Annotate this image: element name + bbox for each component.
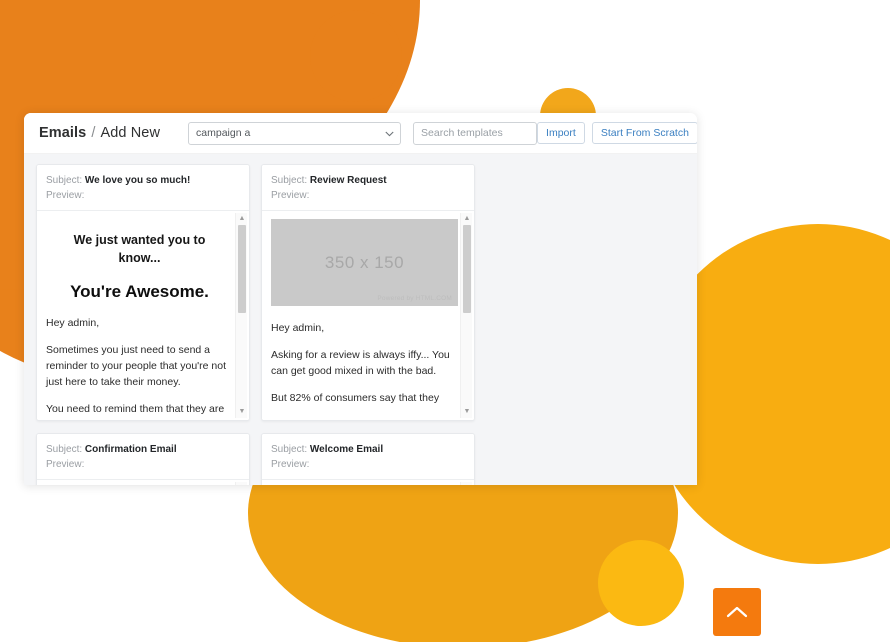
search-input[interactable] — [413, 121, 538, 145]
scrollbar-thumb[interactable] — [463, 225, 471, 313]
card-preview-line: Preview: — [271, 188, 465, 203]
card-preview-pane: We just wanted you to know... You're Awe… — [37, 211, 249, 420]
card-subject: Review Request — [309, 175, 387, 186]
email-greeting: Hey admin, — [271, 322, 325, 334]
scroll-to-top-button[interactable] — [713, 588, 761, 636]
email-body-2: But 82% of consumers say that they — [271, 392, 440, 404]
import-button[interactable]: Import — [537, 122, 585, 144]
card-preview-line: Preview: — [271, 457, 465, 472]
card-scrollbar[interactable]: ▲ ▼ — [235, 482, 247, 485]
card-subject-line: Subject: Review Request — [271, 173, 465, 188]
email-body-1: Sometimes you just need to send a remind… — [46, 344, 227, 388]
email-placeholder-image: 350 x 150 Powered by HTML.COM — [271, 219, 458, 306]
email-heading-primary: We just wanted you to know... — [73, 233, 206, 265]
breadcrumb: Emails / Add New — [39, 125, 160, 141]
subject-label: Subject: — [271, 444, 308, 455]
decor-orange-circle-top — [310, 10, 402, 102]
card-scrollbar[interactable]: ▲ ▼ — [235, 213, 247, 418]
image-watermark: Powered by HTML.COM — [377, 295, 452, 302]
campaign-select-wrapper: campaign a — [188, 121, 402, 145]
card-preview-pane: 350 x 150 Powered by HTML.COM Hey admin,… — [262, 211, 474, 420]
card-preview-line: Preview: — [46, 188, 240, 203]
card-subject-line: Subject: Welcome Email — [271, 442, 465, 457]
preview-label: Preview: — [271, 459, 310, 470]
scroll-up-icon[interactable]: ▲ — [463, 215, 471, 223]
card-subject-line: Subject: Confirmation Email — [46, 442, 240, 457]
scroll-up-icon[interactable]: ▲ — [463, 484, 471, 485]
start-from-scratch-button[interactable]: Start From Scratch — [591, 122, 697, 144]
campaign-select-value: campaign a — [196, 126, 251, 139]
scrollbar-thumb[interactable] — [238, 225, 246, 313]
card-meta: Subject: Confirmation Email Preview: — [37, 434, 249, 480]
scroll-up-icon[interactable]: ▲ — [238, 215, 246, 223]
breadcrumb-separator: / — [91, 125, 96, 141]
scroll-up-icon[interactable]: ▲ — [238, 484, 246, 485]
card-subject: Confirmation Email — [84, 444, 177, 455]
card-scrollbar[interactable]: ▲ ▼ — [460, 213, 472, 418]
card-meta: Subject: Welcome Email Preview: — [262, 434, 474, 480]
card-subject: We love you so much! — [84, 175, 191, 186]
scroll-down-icon[interactable]: ▼ — [463, 408, 471, 416]
email-body-2: You need to remind them that they are — [46, 403, 225, 415]
breadcrumb-root[interactable]: Emails — [39, 125, 86, 141]
card-meta: Subject: We love you so much! Preview: — [37, 165, 249, 211]
subject-label: Subject: — [46, 444, 83, 455]
image-dimensions-label: 350 x 150 — [324, 252, 405, 272]
campaign-select[interactable]: campaign a — [188, 121, 402, 145]
template-card[interactable]: Subject: Review Request Preview: 350 x 1… — [261, 164, 475, 421]
preview-label: Preview: — [46, 190, 85, 201]
scroll-down-icon[interactable]: ▼ — [238, 408, 246, 416]
preview-label: Preview: — [46, 459, 85, 470]
app-panel: Emails /Add New campaign a Import Start F… — [24, 113, 697, 485]
email-body-1: Asking for a review is always iffy... Yo… — [271, 349, 450, 377]
template-card[interactable]: Subject: Confirmation Email Preview: 350… — [36, 433, 250, 485]
chevron-up-icon — [726, 605, 748, 619]
email-heading-secondary: You're Awesome. — [70, 282, 209, 301]
template-grid: Subject: We love you so much! Preview: W… — [24, 154, 697, 485]
subject-label: Subject: — [46, 175, 83, 186]
card-preview-pane: ▲ ▼ — [262, 480, 474, 485]
card-scrollbar[interactable]: ▲ ▼ — [460, 482, 472, 485]
card-preview-pane: 350 x 150 Powered by HTML.COM Hey admin,… — [37, 480, 249, 485]
subject-label: Subject: — [271, 175, 308, 186]
card-subject-line: Subject: We love you so much! — [46, 173, 240, 188]
preview-label: Preview: — [271, 190, 310, 201]
breadcrumb-current: Add New — [100, 125, 161, 141]
panel-header: Emails /Add New campaign a Import Start F… — [24, 113, 697, 154]
decor-yellow-circle-small — [598, 540, 684, 626]
template-card[interactable]: Subject: We love you so much! Preview: W… — [36, 164, 250, 421]
card-preview-line: Preview: — [46, 457, 240, 472]
email-greeting: Hey admin, — [46, 317, 100, 329]
page-stage: Emails /Add New campaign a Import Start F… — [0, 0, 890, 642]
card-subject: Welcome Email — [309, 444, 384, 455]
template-card[interactable]: Subject: Welcome Email Preview: ▲ ▼ — [261, 433, 475, 485]
card-meta: Subject: Review Request Preview: — [262, 165, 474, 211]
